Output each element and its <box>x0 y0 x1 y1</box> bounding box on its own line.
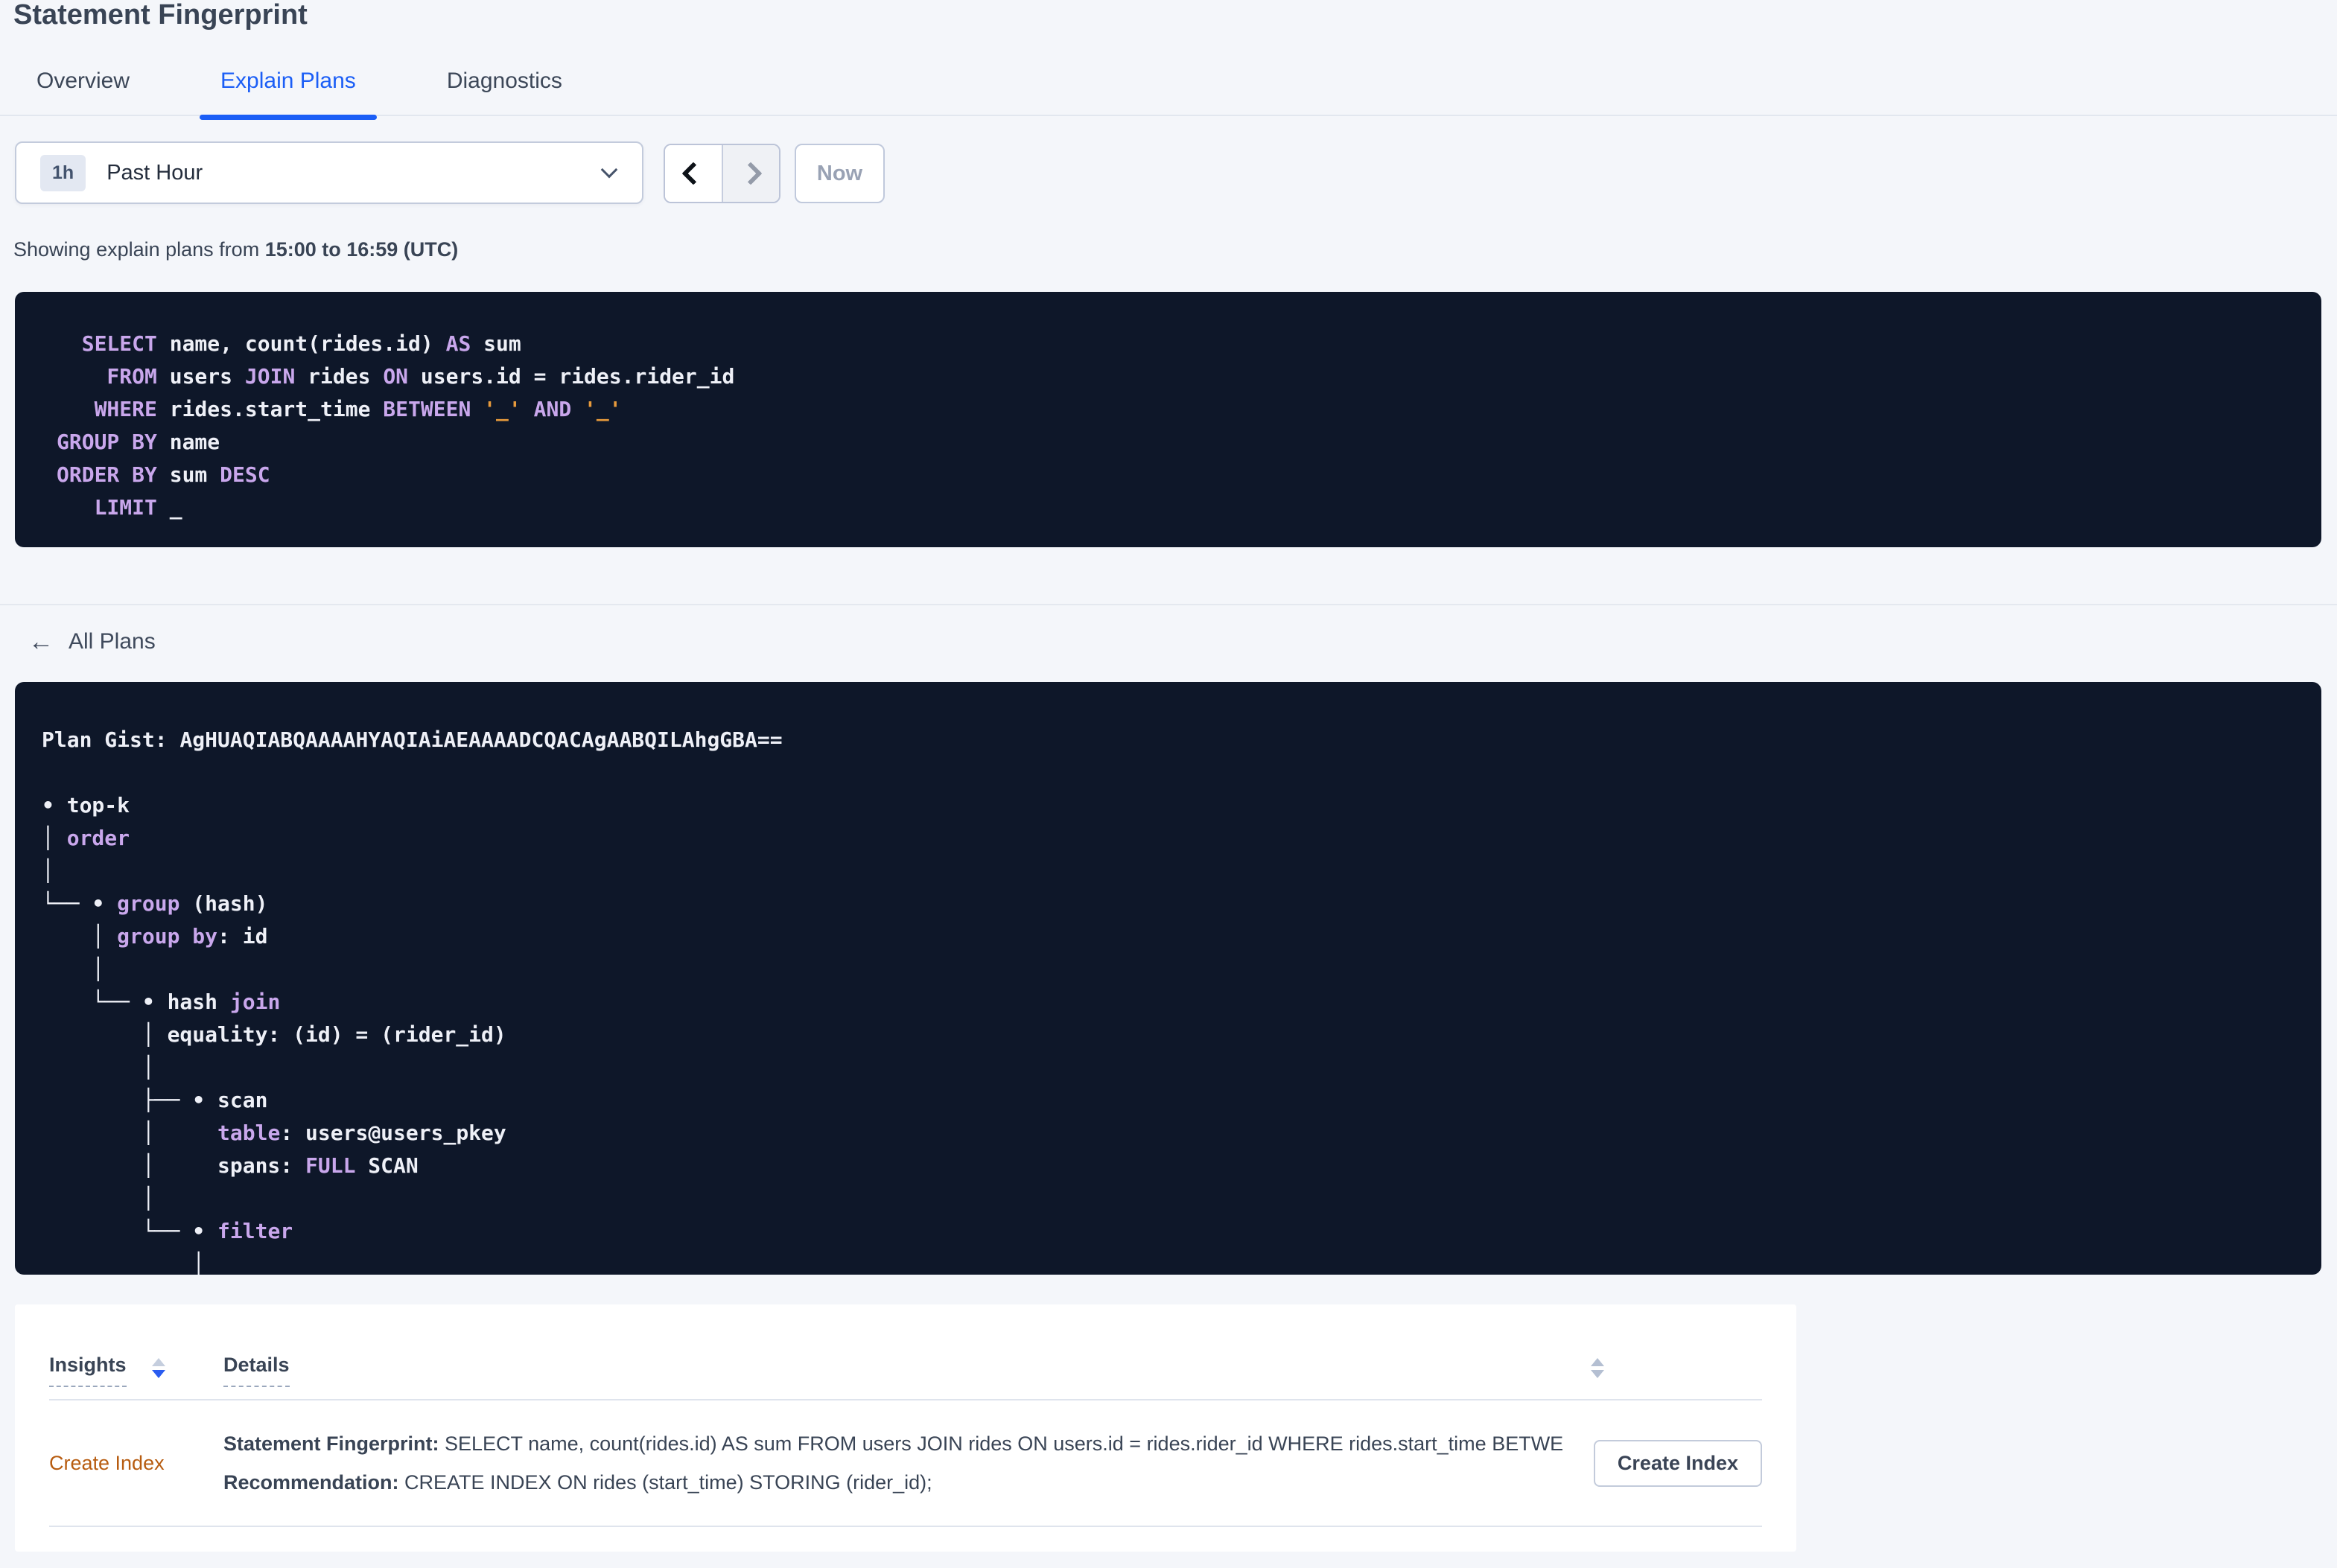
create-index-button[interactable]: Create Index <box>1593 1439 1762 1487</box>
insight-details: Statement Fingerprint: SELECT name, coun… <box>223 1432 1564 1494</box>
plan-gist-label: Plan Gist: <box>42 727 180 752</box>
plan-gist-line: Plan Gist: AgHUAQIABQAAAAHYAQIAiAEAAAADC… <box>42 724 2292 756</box>
plan-gist-value: AgHUAQIABQAAAAHYAQIAiAEAAAADCQACAgAABQIL… <box>179 727 783 752</box>
recommendation-text: CREATE INDEX ON rides (start_time) STORI… <box>398 1471 932 1494</box>
table-row: Create Index Statement Fingerprint: SELE… <box>49 1400 1762 1527</box>
sql-statement-card: SELECT name, count(rides.id) AS sum FROM… <box>15 292 2321 547</box>
fingerprint-label: Statement Fingerprint: <box>223 1432 439 1455</box>
tab-explain-plans[interactable]: Explain Plans <box>200 68 377 120</box>
insights-table-card: Insights Details Create Index Statement … <box>15 1304 1796 1552</box>
page-title: Statement Fingerprint <box>13 0 308 31</box>
sort-up-triangle <box>1591 1358 1604 1366</box>
statement-fingerprint-line: Statement Fingerprint: SELECT name, coun… <box>223 1432 1564 1456</box>
tab-diagnostics[interactable]: Diagnostics <box>447 68 562 116</box>
sql-statement-code: SELECT name, count(rides.id) AS sum FROM… <box>57 331 735 520</box>
tab-bar: Overview Explain Plans Diagnostics <box>0 68 2337 120</box>
tab-overview[interactable]: Overview <box>36 68 130 116</box>
create-index-link[interactable]: Create Index <box>49 1452 223 1475</box>
all-plans-label: All Plans <box>69 629 156 654</box>
showing-plans-text: Showing explain plans from 15:00 to 16:5… <box>13 238 458 261</box>
sort-down-triangle <box>151 1370 165 1378</box>
insights-column-header[interactable]: Insights <box>49 1354 127 1387</box>
insights-column-header-cell: Insights <box>49 1354 223 1387</box>
plan-tree: • top-k │ order │ └── • group (hash) │ grou… <box>42 793 506 1275</box>
details-column-header[interactable]: Details <box>223 1354 290 1387</box>
fingerprint-text: SELECT name, count(rides.id) AS sum FROM… <box>439 1432 1564 1455</box>
time-range-badge: 1h <box>40 154 86 191</box>
recommendation-label: Recommendation: <box>223 1471 399 1494</box>
insights-table-header: Insights Details <box>49 1304 1762 1400</box>
next-time-button[interactable] <box>721 145 779 202</box>
showing-plans-prefix: Showing explain plans from <box>13 238 265 261</box>
all-plans-back-link[interactable]: ← All Plans <box>28 629 156 654</box>
chevron-right-icon <box>739 162 763 185</box>
chevron-down-icon <box>600 161 618 179</box>
sort-down-triangle <box>1591 1370 1604 1378</box>
back-arrow-icon: ← <box>28 628 54 656</box>
sort-icon-insights[interactable] <box>151 1358 165 1378</box>
time-nav-button-group <box>664 144 780 203</box>
now-button[interactable]: Now <box>795 144 885 203</box>
sort-up-triangle <box>151 1358 165 1366</box>
previous-time-button[interactable] <box>665 145 722 202</box>
separator <box>0 604 2337 605</box>
recommendation-line: Recommendation: CREATE INDEX ON rides (s… <box>223 1470 1564 1494</box>
sort-icon-details[interactable] <box>1591 1358 1604 1378</box>
chevron-left-icon <box>681 162 705 185</box>
plan-gist-card: Plan Gist: AgHUAQIABQAAAAHYAQIAiAEAAAADC… <box>15 682 2321 1275</box>
time-range-dropdown[interactable]: 1h Past Hour <box>15 141 643 204</box>
time-range-label: Past Hour <box>106 160 203 185</box>
statement-fingerprint-page: Statement Fingerprint Overview Explain P… <box>0 0 2337 1568</box>
showing-plans-range: 15:00 to 16:59 (UTC) <box>264 238 459 261</box>
